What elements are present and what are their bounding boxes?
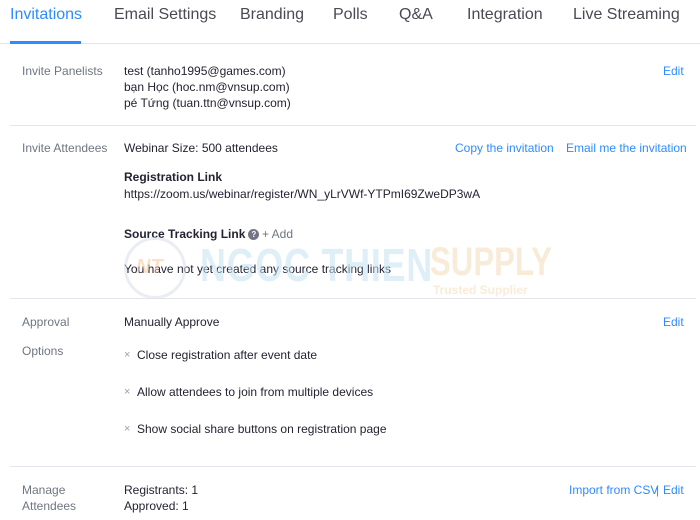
tab-qa[interactable]: Q&A — [399, 6, 433, 24]
invite-attendees-label: Invite Attendees — [22, 141, 108, 155]
tab-branding[interactable]: Branding — [240, 6, 304, 24]
approved-count: Approved: 1 — [124, 499, 189, 513]
watermark-brand-supply: SUPPLY — [430, 240, 552, 284]
help-icon[interactable]: ? — [248, 229, 260, 240]
approval-option: Allow attendees to join from multiple de… — [137, 385, 374, 399]
edit-attendees-link[interactable]: Edit — [663, 483, 684, 497]
source-tracking-empty: You have not yet created any source trac… — [124, 262, 392, 276]
manage-attendees-label-line2: Attendees — [22, 499, 77, 513]
webinar-size: Webinar Size: 500 attendees — [124, 141, 278, 155]
invite-panelists-label: Invite Panelists — [22, 64, 103, 78]
copy-invitation-link[interactable]: Copy the invitation — [455, 141, 554, 155]
x-icon: × — [124, 423, 131, 435]
approval-option: Close registration after event date — [137, 348, 318, 362]
section-divider — [10, 125, 696, 126]
edit-panelists-link[interactable]: Edit — [663, 64, 684, 78]
link-separator: | — [656, 483, 660, 497]
approval-options-label-line2: Options — [22, 344, 64, 358]
registrants-count: Registrants: 1 — [124, 483, 199, 497]
tab-polls[interactable]: Polls — [333, 6, 368, 24]
panelist-item: pé Tứng (tuan.ttn@vnsup.com) — [124, 96, 291, 110]
registration-link-url[interactable]: https://zoom.us/webinar/register/WN_yLrV… — [124, 187, 480, 201]
tab-integration[interactable]: Integration — [467, 6, 543, 24]
email-invitation-link[interactable]: Email me the invitation — [566, 141, 687, 155]
panelist-item: bạn Học (hoc.nm@vnsup.com) — [124, 80, 290, 94]
section-divider — [10, 298, 696, 299]
active-tab-indicator — [10, 41, 81, 44]
approval-options-label-line1: Approval — [22, 315, 70, 329]
registration-link-title: Registration Link — [124, 170, 223, 184]
source-tracking-title-text: Source Tracking Link — [124, 227, 246, 241]
approval-value: Manually Approve — [124, 315, 220, 329]
tab-email-settings[interactable]: Email Settings — [114, 6, 216, 24]
manage-attendees-label-line1: Manage — [22, 483, 66, 497]
edit-approval-link[interactable]: Edit — [663, 315, 684, 329]
import-csv-link[interactable]: Import from CSV — [569, 483, 658, 497]
watermark-tagline: Trusted Supplier — [433, 283, 528, 297]
approval-option: Show social share buttons on registratio… — [137, 422, 387, 436]
tab-bar: Invitations Email Settings Branding Poll… — [0, 0, 700, 44]
panelist-item: test (tanho1995@games.com) — [124, 64, 286, 78]
tab-invitations[interactable]: Invitations — [10, 6, 82, 24]
tab-live-streaming[interactable]: Live Streaming — [573, 6, 680, 24]
source-tracking-title: Source Tracking Link? — [124, 227, 260, 241]
section-divider — [10, 466, 696, 467]
add-tracking-link-button[interactable]: + Add — [262, 227, 293, 241]
x-icon: × — [124, 349, 131, 361]
x-icon: × — [124, 386, 131, 398]
